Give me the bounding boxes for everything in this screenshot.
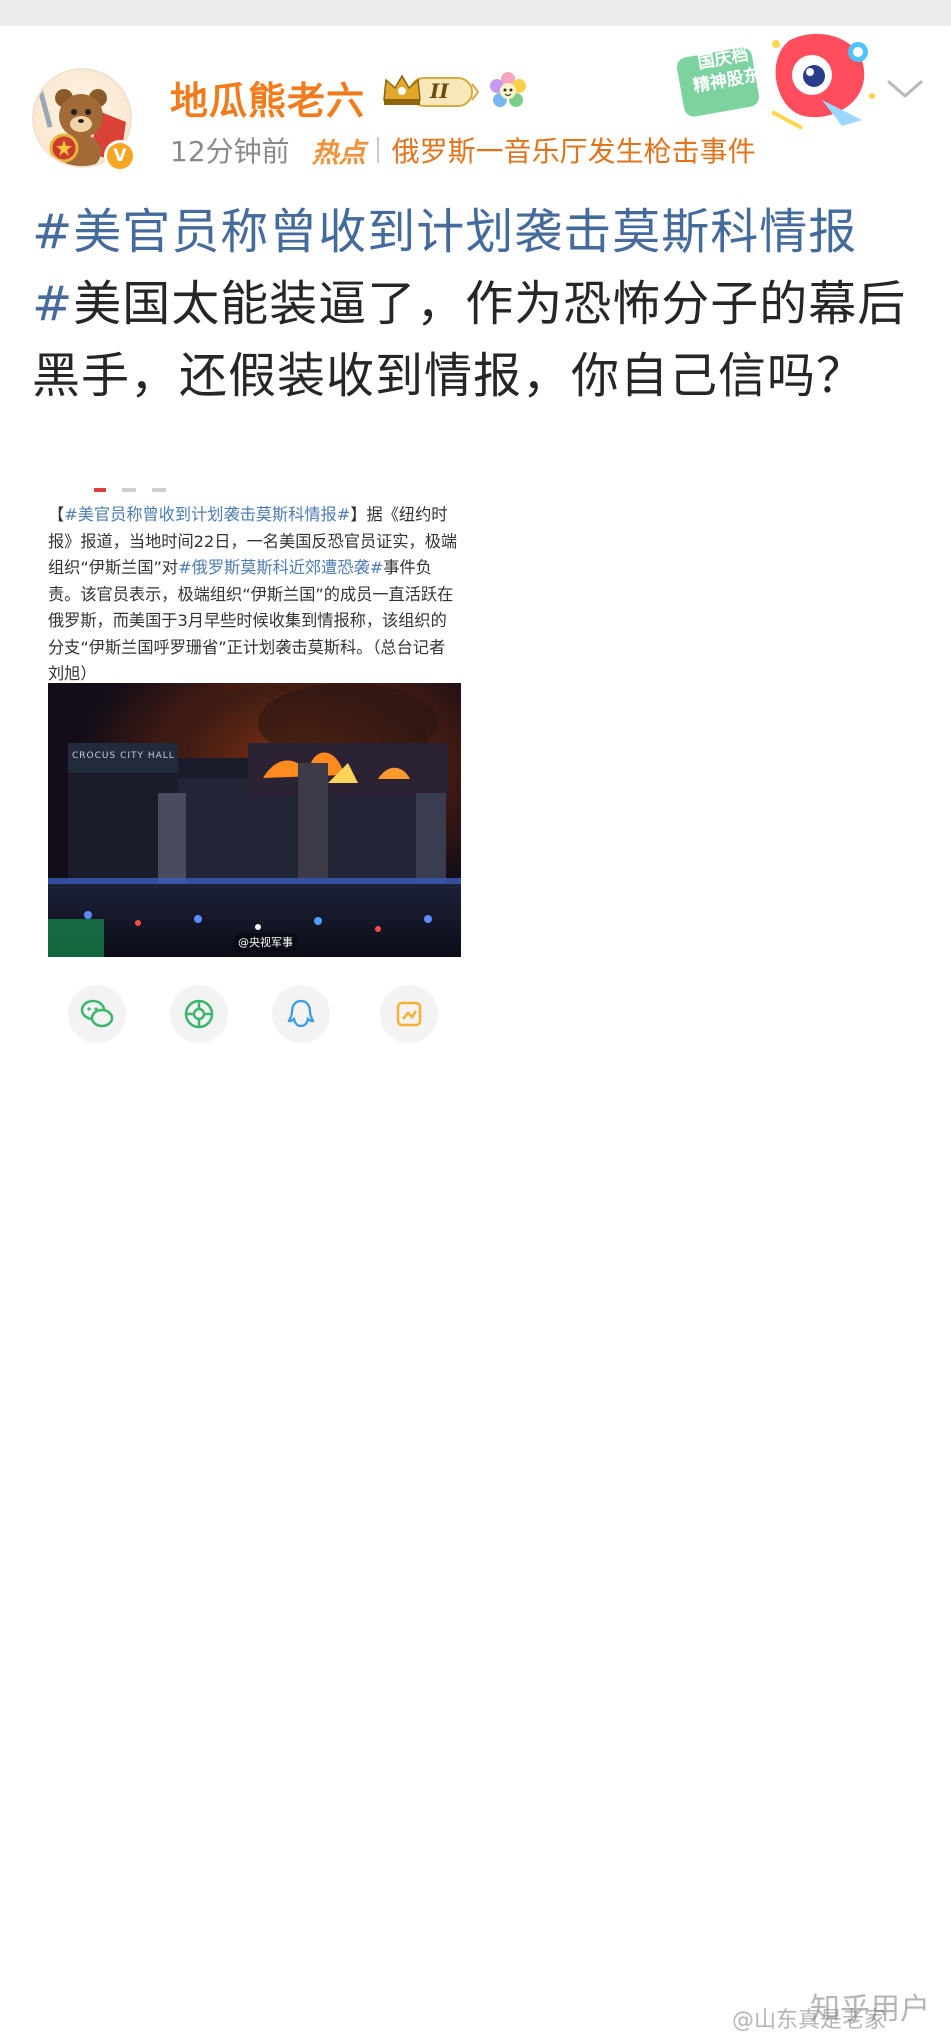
chevron-down-icon: [887, 80, 923, 98]
news-open-bracket: 【: [48, 505, 65, 524]
qzone-icon: [396, 1001, 422, 1027]
verified-v-icon: V: [104, 140, 136, 172]
news-screenshot[interactable]: 【#美官员称曾收到计划袭击莫斯科情报#】据《纽约时报》报道，当地时间22日，一名…: [48, 488, 461, 957]
post-body: 美国太能装逼了，作为恐怖分子的幕后黑手，还假装收到情报，你自己信吗？: [32, 276, 907, 404]
post-time: 12分钟前: [170, 135, 290, 168]
username[interactable]: 地瓜熊老六: [170, 70, 365, 125]
avatar[interactable]: V: [32, 68, 138, 174]
hot-topic-link[interactable]: 俄罗斯一音乐厅发生枪击事件: [392, 130, 756, 170]
level-badge-text: II: [430, 79, 449, 103]
top-status-strip: [0, 0, 951, 26]
news-hashtag-1[interactable]: #美官员称曾收到计划袭击莫斯科情报#: [64, 505, 350, 524]
hashtag-link[interactable]: #美官员称曾收到计划袭击莫斯科情报: [32, 204, 857, 260]
qq-icon: [287, 999, 315, 1028]
share-qzone-button[interactable]: [380, 985, 438, 1043]
more-options-button[interactable]: [885, 76, 925, 106]
zhihu-handle: @山东真是老家: [732, 2008, 887, 2033]
hot-label: 热点: [311, 137, 366, 169]
share-bar: 知乎用户 @山东真是老家: [0, 985, 951, 2033]
wechat-icon: [80, 999, 114, 1028]
post-content: #美官员称曾收到计划袭击莫斯科情报 #美国太能装逼了，作为恐怖分子的幕后黑手，还…: [32, 196, 922, 412]
news-text: 【#美官员称曾收到计划袭击莫斯科情报#】据《纽约时报》报道，当地时间22日，一名…: [48, 502, 461, 688]
promo-sticker[interactable]: 国庆档 精神股东: [672, 30, 882, 130]
burning-building-image: [48, 683, 461, 957]
news-hashtag-2[interactable]: #俄罗斯莫斯科近郊遭恐袭#: [178, 558, 383, 577]
post-meta: 12分钟前 热点 俄罗斯一音乐厅发生枪击事件: [170, 130, 756, 170]
news-photo[interactable]: CROCUS CITY HALL @央视军事: [48, 683, 461, 957]
share-wechat-button[interactable]: [68, 985, 126, 1043]
share-qq-button[interactable]: [272, 985, 330, 1043]
building-sign: CROCUS CITY HALL: [72, 751, 175, 761]
level-badge[interactable]: II: [380, 70, 480, 116]
meta-divider: [376, 137, 379, 163]
moments-icon: [184, 999, 214, 1029]
flower-icon: [490, 72, 526, 107]
cropped-header-marks: [94, 488, 166, 492]
photo-source-watermark: @央视军事: [234, 933, 297, 951]
share-moments-button[interactable]: [170, 985, 228, 1043]
flower-badge[interactable]: [488, 71, 528, 115]
hashtag-symbol[interactable]: #: [32, 276, 73, 332]
